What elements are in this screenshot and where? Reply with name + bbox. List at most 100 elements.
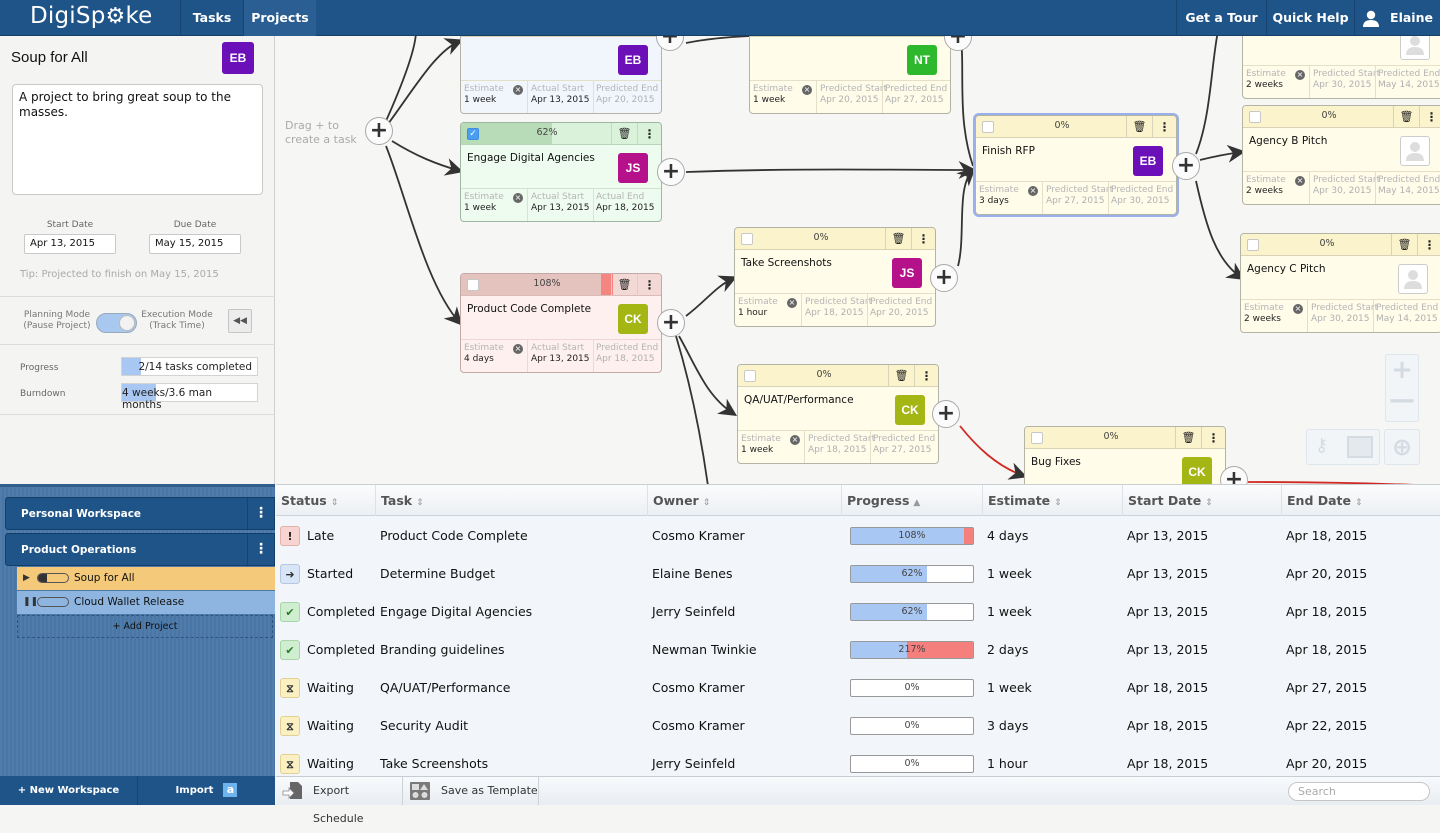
workspace-personal[interactable]: Personal Workspace ⋮ — [5, 497, 275, 530]
clear-icon[interactable]: × — [1295, 176, 1305, 186]
workspace-personal-menu-icon[interactable]: ⋮ — [247, 498, 274, 529]
workspace-product-operations[interactable]: Product Operations ⋮ — [5, 533, 275, 566]
project-item-soup-for-all[interactable]: ▶ Soup for All — [17, 567, 275, 590]
due-date-input[interactable]: May 15, 2015 — [149, 234, 241, 254]
table-row[interactable]: ⧖ Waiting QA/UAT/Performance Cosmo Krame… — [276, 669, 1440, 707]
table-row[interactable]: ⧖ Waiting Take Screenshots Jerry Seinfel… — [276, 745, 1440, 776]
column-header-estimate[interactable]: Estimate ⇕ — [983, 485, 1123, 516]
table-row[interactable]: ! Late Product Code Complete Cosmo Krame… — [276, 517, 1440, 555]
project-item-cloud-wallet[interactable]: ❚❚ Cloud Wallet Release — [17, 591, 275, 614]
trash-icon[interactable]: 🗑 — [1391, 234, 1417, 256]
task-owner-avatar[interactable]: JS — [892, 258, 922, 288]
estimate-value[interactable]: 1 week — [741, 445, 781, 456]
card-complete-checkbox[interactable] — [467, 279, 479, 291]
project-description-field[interactable]: A project to bring great soup to the mas… — [12, 84, 263, 195]
add-dependent-task-button[interactable]: + — [657, 309, 685, 337]
clear-icon[interactable]: × — [513, 193, 523, 203]
card-complete-checkbox[interactable] — [1247, 239, 1259, 251]
quick-help-link[interactable]: Quick Help — [1266, 0, 1354, 36]
estimate-value[interactable]: 2 weeks — [1244, 314, 1284, 325]
unassigned-avatar-icon[interactable] — [1400, 36, 1430, 60]
estimate-value[interactable]: 1 week — [753, 95, 793, 106]
column-header-end-date[interactable]: End Date ⇕ — [1282, 485, 1440, 516]
task-card[interactable]: 🗑 ⋮ Estimate2 weeks × Predicted StartApr… — [1242, 36, 1440, 99]
add-task-plus-button[interactable]: + — [365, 117, 393, 145]
card-complete-checkbox[interactable] — [1249, 111, 1261, 123]
trash-icon[interactable]: 🗑 — [900, 36, 926, 37]
clear-icon[interactable]: × — [513, 85, 523, 95]
card-menu-icon[interactable]: ⋮ — [911, 228, 935, 250]
clear-icon[interactable]: × — [513, 344, 523, 354]
table-row[interactable]: ✔ Completed Branding guidelines Newman T… — [276, 631, 1440, 669]
card-complete-checkbox[interactable] — [1031, 432, 1043, 444]
pause-icon[interactable]: ❚❚ — [23, 591, 38, 614]
add-dependent-task-button[interactable]: + — [657, 158, 685, 186]
estimate-value[interactable]: 2 weeks — [1246, 186, 1286, 197]
trash-icon[interactable]: 🗑 — [611, 274, 637, 296]
task-owner-avatar[interactable]: EB — [1133, 146, 1163, 176]
card-menu-icon[interactable]: ⋮ — [1201, 427, 1225, 449]
task-owner-avatar[interactable]: CK — [1182, 457, 1212, 484]
column-header-owner[interactable]: Owner ⇕ — [648, 485, 842, 516]
card-menu-icon[interactable]: ⋮ — [637, 123, 661, 145]
zoom-out-icon[interactable]: — — [1386, 385, 1418, 415]
card-title[interactable]: Engage Digital Agencies — [467, 152, 595, 164]
task-card[interactable]: 🗑 ⋮ NT Estimate1 week × Predicted StartA… — [749, 36, 951, 114]
task-card[interactable]: 0% 🗑 ⋮ Finish RFP EB Estimate 3 days × Pr… — [975, 115, 1177, 215]
trash-icon[interactable]: 🗑 — [1126, 116, 1152, 138]
task-card[interactable]: 108% 🗑 ⋮ Product Code Complete CK Estima… — [460, 273, 662, 373]
fit-screen-icon[interactable] — [1347, 436, 1373, 458]
unassigned-avatar-icon[interactable] — [1400, 136, 1430, 166]
start-date-input[interactable]: Apr 13, 2015 — [24, 234, 116, 254]
column-header-status[interactable]: Status ⇕ — [276, 485, 376, 516]
task-owner-avatar[interactable]: EB — [618, 45, 648, 75]
column-header-start-date[interactable]: Start Date ⇕ — [1123, 485, 1282, 516]
trash-icon[interactable]: 🗑 — [1393, 106, 1419, 128]
card-menu-icon[interactable]: ⋮ — [1419, 106, 1440, 128]
card-title[interactable]: Finish RFP — [982, 145, 1035, 157]
card-complete-checkbox[interactable] — [741, 233, 753, 245]
save-as-template-button[interactable]: Save as Template — [403, 777, 539, 805]
card-menu-icon[interactable]: ⋮ — [1417, 234, 1440, 256]
column-header-progress[interactable]: Progress ▲ — [842, 485, 983, 516]
card-title[interactable]: QA/UAT/Performance — [744, 394, 854, 406]
trash-icon[interactable]: 🗑 — [611, 36, 637, 37]
task-name[interactable]: Determine Budget — [380, 555, 495, 593]
estimate-value[interactable]: 1 week — [464, 203, 504, 214]
clear-icon[interactable]: × — [1293, 304, 1303, 314]
add-dependent-task-button[interactable]: + — [1172, 152, 1200, 180]
clear-icon[interactable]: × — [802, 85, 812, 95]
card-title[interactable]: Take Screenshots — [741, 257, 832, 269]
task-name[interactable]: Engage Digital Agencies — [380, 593, 532, 631]
card-menu-icon[interactable]: ⋮ — [637, 274, 661, 296]
table-row[interactable]: ✔ Completed Engage Digital Agencies Jerr… — [276, 593, 1440, 631]
trash-icon[interactable]: 🗑 — [611, 123, 637, 145]
trash-icon[interactable]: 🗑 — [1175, 427, 1201, 449]
table-row[interactable]: ⧖ Waiting Security Audit Cosmo Kramer 0%… — [276, 707, 1440, 745]
task-name[interactable]: Security Audit — [380, 707, 468, 745]
task-card[interactable]: 0% 🗑 ⋮ Agency C Pitch Estimate 2 weeks × … — [1240, 233, 1440, 333]
app-logo[interactable]: DigiSp⚙ke — [30, 3, 153, 29]
task-owner-avatar[interactable]: CK — [618, 304, 648, 334]
trash-icon[interactable]: 🗑 — [885, 228, 911, 250]
user-menu[interactable]: Elaine — [1354, 0, 1440, 36]
play-icon[interactable]: ▶ — [23, 567, 30, 590]
add-project-button[interactable]: + Add Project — [17, 615, 273, 638]
new-workspace-button[interactable]: + New Workspace — [0, 776, 138, 805]
card-menu-icon[interactable]: ⋮ — [914, 365, 938, 387]
card-title[interactable]: Agency B Pitch — [1249, 135, 1327, 147]
column-header-task[interactable]: Task ⇕ — [376, 485, 648, 516]
task-card[interactable]: 0% 🗑 ⋮ Bug Fixes CK Estimate × — [1024, 426, 1226, 484]
card-menu-icon[interactable]: ⋮ — [1152, 116, 1176, 138]
task-card[interactable]: 0% 🗑 ⋮ Take Screenshots JS Estimate 1 hou… — [734, 227, 936, 327]
card-complete-checkbox[interactable] — [744, 370, 756, 382]
project-title[interactable]: Soup for All — [11, 49, 88, 66]
tab-projects[interactable]: Projects — [243, 0, 316, 36]
project-owner-avatar[interactable]: EB — [222, 42, 254, 74]
workspace-product-ops-menu-icon[interactable]: ⋮ — [247, 534, 274, 565]
clear-icon[interactable]: × — [790, 435, 800, 445]
estimate-value[interactable]: 1 hour — [738, 308, 778, 319]
task-owner-avatar[interactable]: JS — [618, 153, 648, 183]
card-title[interactable]: Product Code Complete — [467, 303, 591, 315]
tree-layout-icon[interactable]: ⚷ — [1315, 435, 1328, 456]
